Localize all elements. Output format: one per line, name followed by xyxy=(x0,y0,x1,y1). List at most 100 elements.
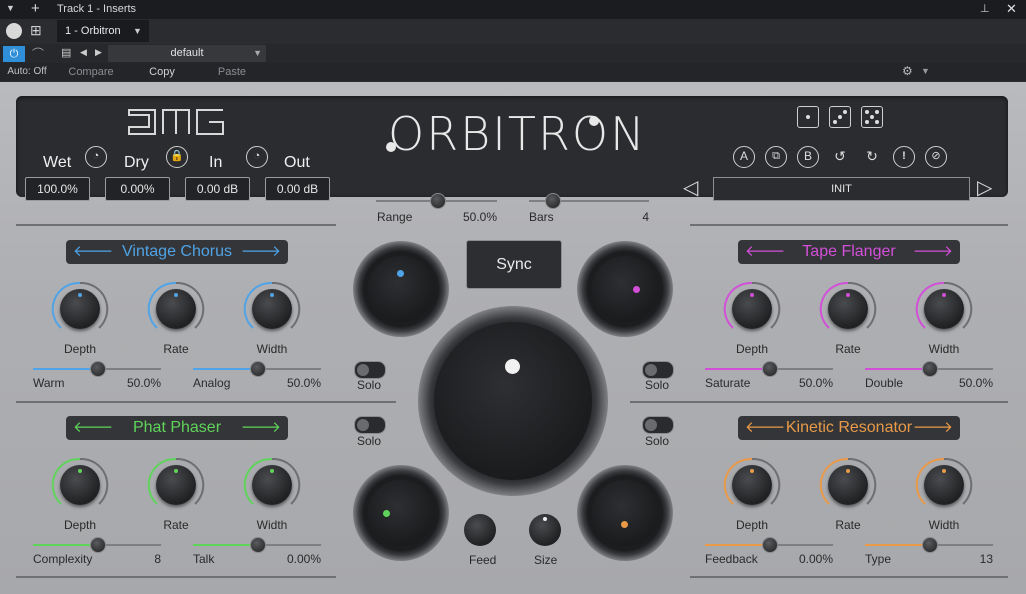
pin-icon[interactable]: ⊥ xyxy=(980,2,990,15)
effect-selector[interactable]: 🡐 Phat Phaser 🡒 xyxy=(66,416,288,440)
preset-list-icon[interactable]: ▤ xyxy=(61,46,71,59)
knob-label: Rate xyxy=(163,518,189,532)
slider-thumb[interactable] xyxy=(250,361,266,377)
effect-selector[interactable]: 🡐 Tape Flanger 🡒 xyxy=(738,240,960,264)
orbit-dot[interactable] xyxy=(397,270,404,277)
orbit-pad-top-left[interactable] xyxy=(353,241,449,337)
dice-icon[interactable] xyxy=(829,106,851,128)
orbit-dot[interactable] xyxy=(383,510,390,517)
solo-toggle[interactable] xyxy=(354,361,386,379)
prev-effect-icon[interactable]: 🡐 xyxy=(73,240,113,264)
alert-icon[interactable]: ! xyxy=(893,146,915,168)
paste-button[interactable]: Paste xyxy=(198,63,266,81)
wet-readout[interactable]: 100.0% xyxy=(25,177,90,201)
menu-arrow-icon[interactable]: ▼ xyxy=(6,3,15,13)
width-knob[interactable] xyxy=(241,278,303,340)
next-effect-icon[interactable]: 🡒 xyxy=(913,416,953,440)
routing-icon[interactable]: ⊞ xyxy=(30,22,42,39)
plugin-tab[interactable]: 1 - Orbitron ▼ xyxy=(57,20,149,42)
chevron-down-icon[interactable]: ▼ xyxy=(133,20,142,42)
slider-thumb[interactable] xyxy=(762,361,778,377)
next-effect-icon[interactable]: 🡒 xyxy=(241,416,281,440)
prev-preset-icon[interactable]: ◀ xyxy=(80,47,87,58)
effect-selector[interactable]: 🡐 Vintage Chorus 🡒 xyxy=(66,240,288,264)
solo-toggle[interactable] xyxy=(354,416,386,434)
close-icon[interactable]: ✕ xyxy=(1006,1,1017,17)
slider-thumb[interactable] xyxy=(90,537,106,553)
preset-a-button[interactable]: A xyxy=(733,146,755,168)
next-preset-icon[interactable]: ▷ xyxy=(977,175,992,200)
disable-icon[interactable]: ⊘ xyxy=(925,146,947,168)
plus-icon[interactable]: + xyxy=(31,0,40,17)
orbit-pad-main[interactable] xyxy=(418,306,608,496)
prev-preset-icon[interactable]: ◁ xyxy=(683,175,698,200)
prev-effect-icon[interactable]: 🡐 xyxy=(745,240,785,264)
host-preset-select[interactable]: default ▼ xyxy=(108,45,266,62)
orbit-dot[interactable] xyxy=(633,286,640,293)
auto-button[interactable]: Auto: Off xyxy=(2,63,52,81)
dry-label: Dry xyxy=(124,154,149,171)
link-icon[interactable]: ◔ xyxy=(246,146,268,168)
slider-thumb[interactable] xyxy=(922,361,938,377)
width-knob[interactable] xyxy=(913,278,975,340)
power-icon[interactable]: ⏻ xyxy=(3,46,25,62)
next-preset-icon[interactable]: ▶ xyxy=(95,47,102,58)
orbit-pad-top-right[interactable] xyxy=(577,241,673,337)
slider-thumb[interactable] xyxy=(762,537,778,553)
solo-toggle[interactable] xyxy=(642,416,674,434)
copy-ab-icon[interactable]: ⧉ xyxy=(765,146,787,168)
range-slider-thumb[interactable] xyxy=(430,193,446,209)
bypass-icon[interactable]: ⌒ xyxy=(32,45,44,62)
rate-knob[interactable] xyxy=(145,454,207,516)
rate-knob[interactable] xyxy=(817,454,879,516)
copy-button[interactable]: Copy xyxy=(128,63,196,81)
bars-slider-thumb[interactable] xyxy=(545,193,561,209)
next-effect-icon[interactable]: 🡒 xyxy=(241,240,281,264)
compare-button[interactable]: Compare xyxy=(58,63,124,81)
chevron-down-icon[interactable]: ▼ xyxy=(921,66,930,76)
depth-knob[interactable] xyxy=(49,454,111,516)
orbit-pad-bottom-left[interactable] xyxy=(353,465,449,561)
effect-name: Tape Flanger xyxy=(802,243,896,260)
rate-knob[interactable] xyxy=(817,278,879,340)
slider-thumb[interactable] xyxy=(90,361,106,377)
dice-icon[interactable] xyxy=(797,106,819,128)
width-knob[interactable] xyxy=(241,454,303,516)
prev-effect-icon[interactable]: 🡐 xyxy=(73,416,113,440)
width-knob[interactable] xyxy=(913,454,975,516)
depth-knob[interactable] xyxy=(721,454,783,516)
preset-b-button[interactable]: B xyxy=(797,146,819,168)
orbit-dot[interactable] xyxy=(505,359,520,374)
undo-icon[interactable]: ↺ xyxy=(829,146,851,168)
next-effect-icon[interactable]: 🡒 xyxy=(913,240,953,264)
lock-icon[interactable]: 🔒 xyxy=(166,146,188,168)
size-knob[interactable] xyxy=(529,514,561,546)
knob-label: Depth xyxy=(63,518,97,532)
knob-label: Width xyxy=(256,518,288,532)
prev-effect-icon[interactable]: 🡐 xyxy=(745,416,785,440)
sync-button[interactable]: Sync xyxy=(466,240,562,289)
slider-thumb[interactable] xyxy=(250,537,266,553)
depth-knob[interactable] xyxy=(721,278,783,340)
solo-toggle[interactable] xyxy=(642,361,674,379)
plugin-icon[interactable] xyxy=(6,23,22,39)
plugin-tab-label: 1 - Orbitron xyxy=(65,25,121,37)
rate-knob[interactable] xyxy=(145,278,207,340)
gear-icon[interactable]: ⚙ xyxy=(902,64,913,78)
out-readout[interactable]: 0.00 dB xyxy=(265,177,330,201)
redo-icon[interactable]: ↻ xyxy=(861,146,883,168)
slider-value: 50.0% xyxy=(286,376,321,390)
depth-knob[interactable] xyxy=(49,278,111,340)
slider-fill xyxy=(865,544,929,546)
in-readout[interactable]: 0.00 dB xyxy=(185,177,250,201)
feed-knob[interactable] xyxy=(464,514,496,546)
preset-name-display[interactable]: INIT xyxy=(713,177,970,201)
link-icon[interactable]: ◔ xyxy=(85,146,107,168)
compare-row: Auto: Off Compare Copy Paste ⚙ ▼ xyxy=(0,63,1026,81)
dry-readout[interactable]: 0.00% xyxy=(105,177,170,201)
dice-icon[interactable] xyxy=(861,106,883,128)
orbit-dot[interactable] xyxy=(621,521,628,528)
orbit-pad-bottom-right[interactable] xyxy=(577,465,673,561)
effect-selector[interactable]: 🡐 Kinetic Resonator 🡒 xyxy=(738,416,960,440)
slider-thumb[interactable] xyxy=(922,537,938,553)
